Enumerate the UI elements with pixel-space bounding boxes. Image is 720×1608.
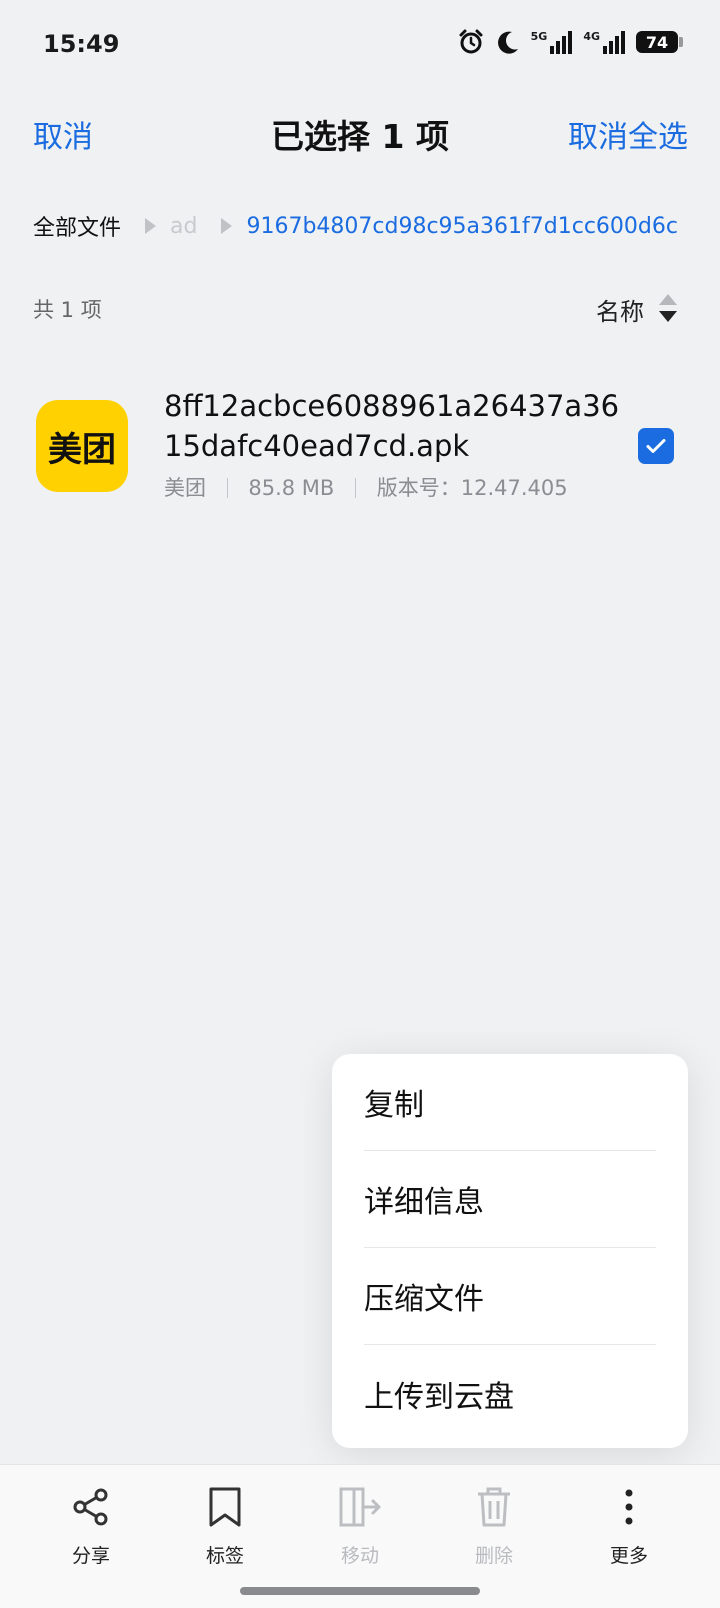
sort-order-icon[interactable] bbox=[658, 294, 678, 324]
status-bar: 15:49 5G 4G 74 bbox=[0, 0, 720, 92]
move-label: 移动 bbox=[340, 1545, 379, 1567]
more-button[interactable]: 更多 bbox=[569, 1483, 689, 1583]
item-count: 共 1 项 bbox=[33, 298, 102, 322]
file-size: 85.8 MB bbox=[248, 476, 335, 500]
file-version: 版本号：12.47.405 bbox=[376, 476, 568, 500]
move-button[interactable]: 移动 bbox=[300, 1483, 420, 1583]
status-time: 15:49 bbox=[43, 30, 120, 58]
status-icons: 5G 4G 74 bbox=[457, 28, 683, 56]
tag-button[interactable]: 标签 bbox=[165, 1483, 285, 1583]
chevron-right-icon bbox=[221, 218, 233, 234]
meta-divider bbox=[355, 478, 357, 498]
share-button[interactable]: 分享 bbox=[31, 1483, 151, 1583]
chevron-right-icon bbox=[145, 218, 157, 234]
app-icon-text: 美团 bbox=[48, 429, 116, 470]
bookmark-icon bbox=[203, 1483, 247, 1531]
battery-level: 74 bbox=[645, 32, 669, 52]
signal-5g-icon: 5G bbox=[531, 30, 574, 54]
more-menu: 复制 详细信息 压缩文件 上传到云盘 bbox=[332, 1054, 688, 1448]
deselect-all-button[interactable]: 取消全选 bbox=[568, 112, 688, 156]
share-label: 分享 bbox=[71, 1545, 110, 1567]
signal-5g-label: 5G bbox=[530, 30, 548, 43]
delete-label: 删除 bbox=[474, 1545, 513, 1567]
file-app-name: 美团 bbox=[164, 476, 206, 500]
meituan-app-icon: 美团 bbox=[36, 400, 128, 492]
file-manager-screen: 15:49 5G 4G 74 已选择 1 项 取消 取消全选 全部文件 ad 9… bbox=[0, 0, 720, 1608]
menu-item-details[interactable]: 详细信息 bbox=[364, 1151, 656, 1248]
breadcrumb: 全部文件 ad 9167b4807cd98c95a361f7d1cc600d6c bbox=[33, 206, 693, 246]
selection-header: 已选择 1 项 取消 取消全选 bbox=[0, 100, 720, 170]
moon-icon bbox=[495, 29, 521, 55]
menu-item-upload-cloud[interactable]: 上传到云盘 bbox=[364, 1345, 656, 1442]
tag-label: 标签 bbox=[205, 1545, 244, 1567]
home-indicator[interactable] bbox=[240, 1587, 480, 1595]
sort-button[interactable]: 名称 bbox=[596, 292, 644, 327]
cancel-button[interactable]: 取消 bbox=[33, 112, 93, 156]
trash-icon bbox=[472, 1483, 516, 1531]
share-icon bbox=[69, 1483, 113, 1531]
delete-button[interactable]: 删除 bbox=[434, 1483, 554, 1583]
list-summary-row: 共 1 项 名称 bbox=[0, 290, 720, 330]
file-meta: 美团 85.8 MB 版本号：12.47.405 bbox=[164, 472, 568, 502]
more-vertical-icon bbox=[607, 1483, 651, 1531]
meta-divider bbox=[226, 478, 228, 498]
signal-4g-icon: 4G bbox=[583, 30, 626, 54]
move-icon bbox=[338, 1483, 382, 1531]
breadcrumb-root[interactable]: 全部文件 bbox=[33, 210, 121, 242]
breadcrumb-middle[interactable]: ad bbox=[170, 214, 197, 239]
breadcrumb-current[interactable]: 9167b4807cd98c95a361f7d1cc600d6c bbox=[246, 214, 678, 239]
bottom-toolbar: 分享 标签 移动 删除 更多 bbox=[0, 1464, 720, 1608]
menu-item-copy[interactable]: 复制 bbox=[364, 1054, 656, 1151]
file-name: 8ff12acbce6088961a26437a3615dafc40ead7cd… bbox=[164, 389, 620, 463]
alarm-icon bbox=[457, 28, 485, 56]
select-checkbox[interactable] bbox=[638, 428, 674, 464]
list-item[interactable]: 美团 8ff12acbce6088961a26437a3615dafc40ead… bbox=[0, 376, 720, 506]
signal-4g-label: 4G bbox=[583, 30, 600, 43]
battery-icon: 74 bbox=[636, 31, 683, 53]
menu-item-compress[interactable]: 压缩文件 bbox=[364, 1248, 656, 1345]
check-icon bbox=[646, 439, 666, 453]
more-label: 更多 bbox=[609, 1545, 648, 1567]
